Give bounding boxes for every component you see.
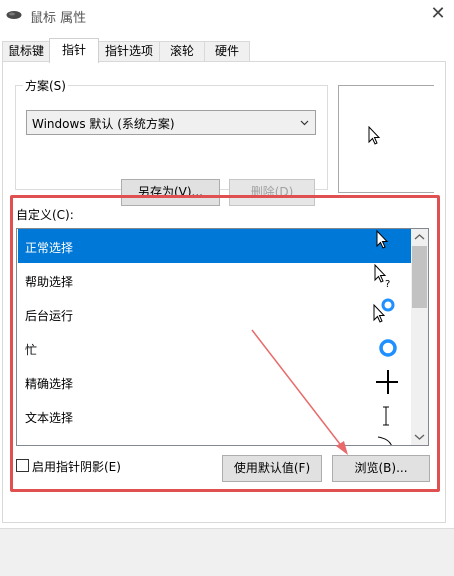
list-item-working-in-background[interactable]: 后台运行	[18, 297, 412, 331]
busy-cursor-icon	[379, 339, 397, 357]
close-button[interactable]: ✕	[422, 0, 454, 30]
use-default-button[interactable]: 使用默认值(F)	[222, 455, 322, 482]
text-select-cursor-icon	[383, 406, 389, 426]
list-item-normal-select[interactable]: 正常选择	[18, 229, 412, 263]
svg-text:?: ?	[385, 279, 390, 290]
scroll-up-icon[interactable]	[411, 229, 428, 246]
list-item-busy[interactable]: 忙	[18, 331, 412, 365]
customize-label: 自定义(C):	[16, 208, 74, 222]
arrow-cursor-icon	[376, 229, 389, 249]
list-item-text-select[interactable]: 文本选择	[18, 399, 412, 433]
list-scrollbar[interactable]	[411, 229, 428, 445]
scroll-down-icon[interactable]	[411, 428, 428, 445]
scheme-group: 方案(S)	[15, 77, 328, 190]
list-item-handwriting[interactable]	[18, 433, 412, 445]
dialog-body: 鼠标键 指针 指针选项 滚轮 硬件 方案(S) Windows 默认 (系统方案…	[0, 30, 454, 576]
scheme-combobox[interactable]: Windows 默认 (系统方案)	[26, 110, 316, 135]
scheme-label: 方案(S)	[23, 77, 68, 94]
scheme-selected-value: Windows 默认 (系统方案)	[32, 117, 175, 131]
pointer-shadow-checkbox[interactable]	[16, 459, 29, 472]
scroll-thumb[interactable]	[412, 246, 427, 308]
window-title: 鼠标 属性	[30, 11, 87, 26]
arrow-cursor-preview-icon	[368, 126, 381, 145]
working-in-background-cursor-icon	[373, 298, 395, 323]
cursor-preview	[338, 85, 434, 193]
help-cursor-icon: ?	[374, 263, 390, 290]
tab-wheel[interactable]: 滚轮	[159, 41, 205, 62]
close-icon: ✕	[430, 3, 446, 24]
tab-pointer-options[interactable]: 指针选项	[98, 41, 160, 62]
chevron-down-icon	[300, 120, 309, 126]
tab-pointers[interactable]: 指针	[49, 38, 99, 63]
title-bar: 鼠标 属性 ✕	[0, 0, 454, 30]
tab-mouse-buttons[interactable]: 鼠标键	[2, 41, 50, 62]
list-item-help-select[interactable]: 帮助选择 ?	[18, 263, 412, 297]
dialog-footer	[0, 528, 454, 576]
browse-button[interactable]: 浏览(B)...	[332, 455, 430, 482]
client-area: 鼠标键 指针 指针选项 滚轮 硬件 方案(S) Windows 默认 (系统方案…	[0, 30, 454, 528]
handwriting-cursor-icon	[377, 436, 392, 445]
tab-hardware[interactable]: 硬件	[204, 41, 250, 62]
pointer-shadow-label: 启用指针阴影(E)	[32, 460, 121, 474]
list-item-precision-select[interactable]: 精确选择	[18, 365, 412, 399]
mouse-icon	[6, 11, 22, 19]
crosshair-cursor-icon	[376, 370, 398, 394]
cursor-list[interactable]: 正常选择 帮助选择 ? 后台运行 忙 精确选择 文本选择	[16, 228, 429, 446]
